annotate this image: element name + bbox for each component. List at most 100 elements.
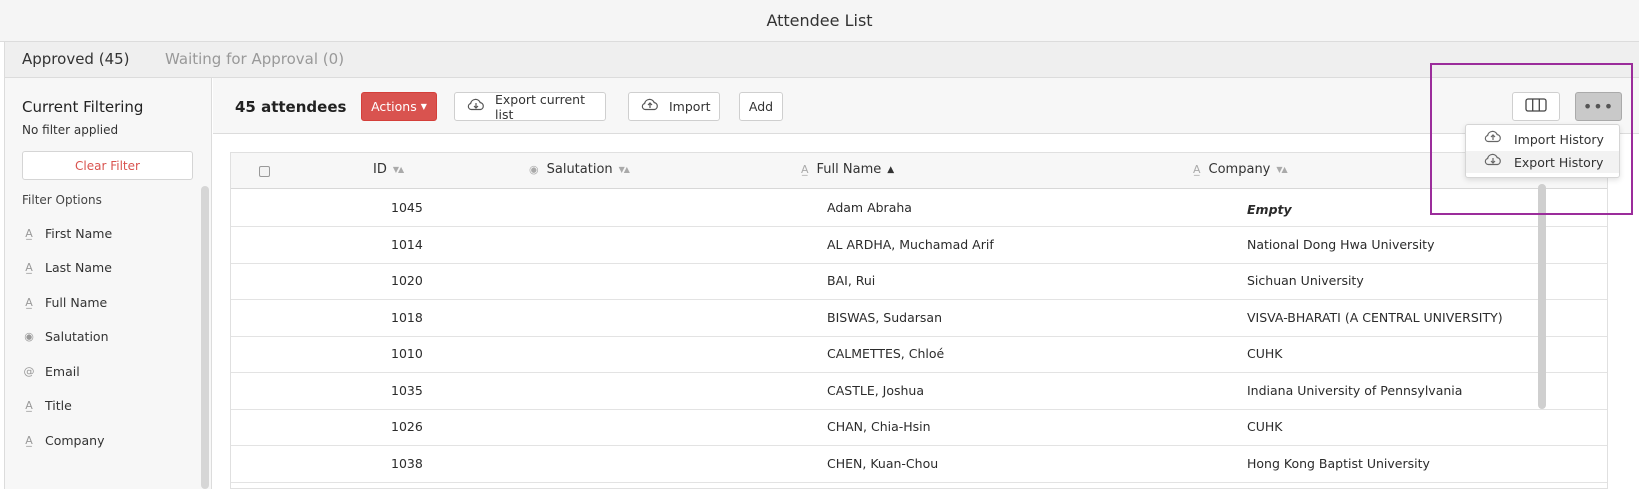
import-button[interactable]: Import	[628, 92, 720, 121]
filter-option-label: Last Name	[45, 259, 112, 275]
cell-full-name: CHAN, Chia-Hsin	[827, 419, 931, 434]
cell-full-name: CALMETTES, Chloé	[827, 346, 945, 361]
status-tabs: Approved (45) Waiting for Approval (0)	[4, 42, 1639, 78]
ellipsis-icon: •••	[1582, 97, 1615, 116]
actions-button[interactable]: Actions ▼	[361, 92, 437, 121]
cell-id: 1035	[391, 383, 423, 398]
filter-option-last-name[interactable]: A̲ Last Name	[22, 258, 112, 276]
attendee-count: 45 attendees	[235, 98, 347, 116]
text-field-icon: A̲	[25, 398, 33, 412]
window-titlebar: Attendee List	[0, 0, 1639, 42]
sidebar-scrollbar[interactable]	[201, 186, 209, 489]
add-attendee-button[interactable]: Add	[739, 92, 783, 121]
export-button-label: Export current list	[495, 91, 585, 122]
list-toolbar: 45 attendees Actions ▼ Export current li…	[213, 78, 1639, 134]
at-sign-icon: @	[23, 364, 35, 378]
select-all-checkbox[interactable]	[259, 166, 270, 177]
cell-id: 1045	[391, 200, 423, 215]
text-field-icon: A̲	[25, 226, 33, 240]
cell-id: 1018	[391, 310, 423, 325]
column-header-id[interactable]: ID ▼▲	[373, 162, 404, 177]
table-row[interactable]: 1018 BISWAS, Sudarsan VISVA-BHARATI (A C…	[231, 299, 1607, 337]
filter-option-company[interactable]: A̲ Company	[22, 431, 104, 449]
cell-company: Indiana University of Pennsylvania	[1247, 383, 1463, 398]
cell-full-name: AL ARDHA, Muchamad Arif	[827, 237, 994, 252]
current-filtering-title: Current Filtering	[22, 98, 144, 116]
column-header-label: ID	[373, 162, 387, 177]
menu-item-label: Export History	[1514, 154, 1604, 170]
tab-approved[interactable]: Approved (45)	[22, 50, 130, 68]
attendee-table: ID ▼▲ ◉ Salutation ▼▲ A̲ Full Name ▲ A̲ …	[230, 152, 1608, 489]
table-row[interactable]: 1010 CALMETTES, Chloé CUHK	[231, 335, 1607, 373]
cell-id: 1010	[391, 346, 423, 361]
tab-waiting-for-approval[interactable]: Waiting for Approval (0)	[165, 50, 344, 68]
menu-item-label: Import History	[1514, 131, 1604, 147]
cloud-upload-icon	[1484, 130, 1502, 148]
cell-full-name: CASTLE, Joshua	[827, 383, 925, 398]
menu-item-export-history[interactable]: Export History	[1466, 151, 1619, 173]
cell-company: National Dong Hwa University	[1247, 237, 1435, 252]
filter-sidebar: Current Filtering No filter applied Clea…	[4, 78, 212, 489]
column-header-label: Salutation	[546, 162, 613, 177]
text-field-icon: A̲	[25, 295, 33, 309]
filter-option-label: Email	[45, 363, 80, 379]
filter-option-full-name[interactable]: A̲ Full Name	[22, 293, 107, 311]
window-title: Attendee List	[766, 11, 873, 30]
column-header-full-name[interactable]: A̲ Full Name ▲	[801, 162, 894, 177]
filter-option-label: Salutation	[45, 328, 109, 344]
caret-down-icon: ▼	[420, 102, 427, 111]
text-field-icon: A̲	[25, 260, 33, 274]
text-field-icon: A̲	[25, 433, 33, 447]
clear-filter-button[interactable]: Clear Filter	[22, 151, 193, 180]
table-scrollbar[interactable]	[1538, 184, 1546, 409]
filter-option-label: Title	[45, 397, 72, 413]
radio-field-icon: ◉	[24, 329, 34, 343]
table-row[interactable]: 1038 CHEN, Kuan-Chou Hong Kong Baptist U…	[231, 445, 1607, 483]
cell-full-name: CHEN, Kuan-Chou	[827, 456, 939, 471]
cloud-upload-icon	[641, 98, 659, 116]
cell-company: VISVA-BHARATI (A CENTRAL UNIVERSITY)	[1247, 310, 1503, 325]
cell-company: CUHK	[1247, 346, 1283, 361]
filter-option-salutation[interactable]: ◉ Salutation	[22, 327, 109, 345]
cell-company: CUHK	[1247, 419, 1283, 434]
cloud-download-icon	[467, 98, 485, 116]
cell-id: 1020	[391, 273, 423, 288]
table-row[interactable]: 1014 AL ARDHA, Muchamad Arif National Do…	[231, 226, 1607, 264]
table-row[interactable]: 1020 BAI, Rui Sichuan University	[231, 262, 1607, 300]
table-row[interactable]: 1026 CHAN, Chia-Hsin CUHK	[231, 408, 1607, 446]
column-header-salutation[interactable]: ◉ Salutation ▼▲	[529, 162, 630, 177]
radio-field-icon: ◉	[529, 163, 539, 176]
filter-option-label: First Name	[45, 225, 113, 241]
more-options-menu: Import History Export History	[1465, 124, 1620, 178]
cell-id: 1026	[391, 419, 423, 434]
cell-full-name: BISWAS, Sudarsan	[827, 310, 942, 325]
import-button-label: Import	[669, 99, 711, 114]
menu-item-import-history[interactable]: Import History	[1466, 128, 1619, 150]
filter-option-label: Full Name	[45, 294, 108, 310]
more-options-button[interactable]: •••	[1575, 92, 1622, 121]
export-current-list-button[interactable]: Export current list	[454, 91, 606, 122]
sort-icon: ▼▲	[392, 165, 404, 174]
cell-full-name: BAI, Rui	[827, 273, 876, 288]
sort-icon: ▼▲	[1276, 165, 1287, 174]
table-row[interactable]: 1045 Adam Abraha Empty	[231, 189, 1607, 227]
columns-icon	[1525, 97, 1547, 116]
column-header-company[interactable]: A̲ Company ▼▲	[1193, 162, 1288, 177]
filter-status: No filter applied	[22, 123, 119, 137]
filter-option-email[interactable]: @ Email	[22, 362, 80, 380]
table-row[interactable]: 1035 CASTLE, Joshua Indiana University o…	[231, 372, 1607, 410]
cell-full-name: Adam Abraha	[827, 200, 912, 215]
cloud-download-icon	[1484, 153, 1502, 171]
filter-option-first-name[interactable]: A̲ First Name	[22, 224, 112, 242]
cell-company: Hong Kong Baptist University	[1247, 456, 1430, 471]
filter-options-label: Filter Options	[22, 193, 102, 207]
actions-button-label: Actions	[371, 99, 417, 114]
sort-icon: ▼▲	[618, 165, 630, 174]
cell-company: Sichuan University	[1247, 273, 1364, 288]
cell-company: Empty	[1247, 202, 1292, 217]
column-settings-button[interactable]	[1512, 92, 1560, 121]
filter-option-title[interactable]: A̲ Title	[22, 396, 72, 414]
cell-id: 1014	[391, 237, 423, 252]
filter-option-label: Company	[45, 432, 105, 448]
cell-id: 1038	[391, 456, 423, 471]
